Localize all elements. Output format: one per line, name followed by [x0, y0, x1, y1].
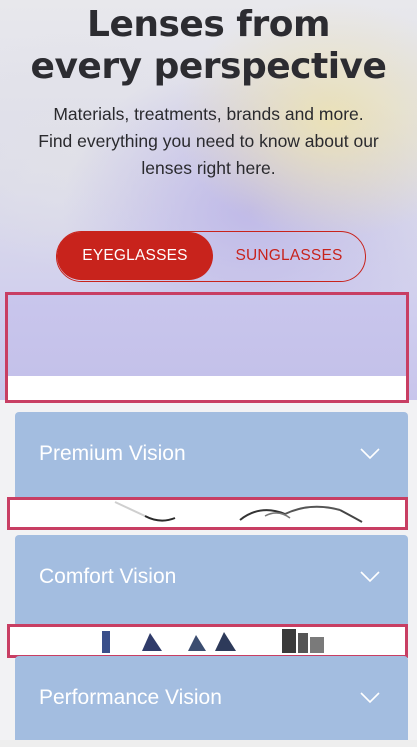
hero-title: Lenses from every perspective — [0, 4, 417, 88]
chevron-down-icon — [360, 692, 380, 704]
tab-sunglasses[interactable]: SUNGLASSES — [213, 232, 365, 280]
lens-products-image — [102, 629, 324, 653]
eyeglasses-image — [114, 501, 363, 523]
highlighted-banner-region — [5, 292, 409, 403]
hero-subtitle-line-2: Find everything you need to know about o… — [38, 131, 379, 151]
accordion-title: Comfort Vision — [39, 565, 177, 588]
accordion-comfort-vision[interactable]: Comfort Vision — [15, 535, 408, 627]
hero-subtitle-line-1: Materials, treatments, brands and more. — [53, 104, 364, 124]
chevron-down-icon — [360, 571, 380, 583]
highlighted-image-strip-comfort — [7, 624, 408, 658]
highlighted-image-strip-premium — [7, 497, 408, 530]
chevron-down-icon — [360, 448, 380, 460]
hero-subtitle: Materials, treatments, brands and more. … — [20, 101, 397, 182]
page: Lenses from every perspective Materials,… — [0, 0, 417, 747]
page-bottom-edge — [0, 740, 417, 747]
hero-subtitle-line-3: lenses right here. — [141, 158, 276, 178]
tab-eyeglasses[interactable]: EYEGLASSES — [57, 232, 213, 280]
accordion-title: Premium Vision — [39, 442, 186, 465]
lens-type-toggle: EYEGLASSES SUNGLASSES — [56, 231, 366, 282]
accordion-performance-vision[interactable]: Performance Vision — [15, 656, 408, 744]
accordion-title: Performance Vision — [39, 686, 222, 709]
accordion-premium-vision[interactable]: Premium Vision — [15, 412, 408, 504]
hero-title-line-2: every perspective — [30, 46, 387, 87]
hero-title-line-1: Lenses from — [87, 4, 330, 45]
